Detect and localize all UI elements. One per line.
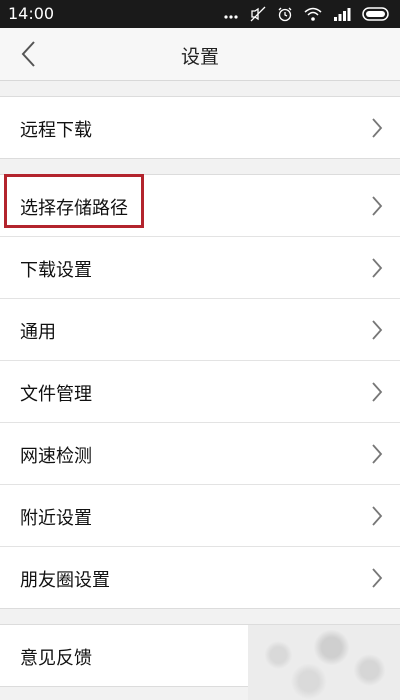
- blurred-watermark: [248, 625, 400, 700]
- row-label: 通用: [20, 322, 56, 343]
- settings-group-2: 选择存储路径 下载设置 通用 文件管理 网速检测 附近设置 朋友圈设置: [0, 174, 400, 609]
- row-remote-download[interactable]: 远程下载: [0, 97, 400, 158]
- signal-icon: [333, 8, 351, 21]
- row-speed-test[interactable]: 网速检测: [0, 423, 400, 485]
- row-label: 附近设置: [20, 508, 92, 529]
- chevron-right-icon: [372, 568, 383, 588]
- chevron-right-icon: [372, 320, 383, 340]
- status-time: 14:00: [8, 4, 55, 23]
- status-icons: [217, 6, 392, 22]
- row-nearby-settings[interactable]: 附近设置: [0, 485, 400, 547]
- row-moments-settings[interactable]: 朋友圈设置: [0, 547, 400, 608]
- mute-icon: [250, 6, 266, 22]
- chevron-right-icon: [372, 118, 383, 138]
- chevron-right-icon: [372, 258, 383, 278]
- row-label: 意见反馈: [20, 648, 92, 669]
- row-general[interactable]: 通用: [0, 299, 400, 361]
- row-download-settings[interactable]: 下载设置: [0, 237, 400, 299]
- row-label: 远程下载: [20, 120, 92, 141]
- dots-icon: [223, 15, 238, 19]
- wifi-icon: [304, 7, 322, 21]
- chevron-right-icon: [372, 196, 383, 216]
- row-label: 网速检测: [20, 446, 92, 467]
- chevron-right-icon: [372, 444, 383, 464]
- alarm-icon: [278, 7, 292, 22]
- chevron-right-icon: [372, 382, 383, 402]
- row-file-management[interactable]: 文件管理: [0, 361, 400, 423]
- header: 设置: [0, 28, 400, 81]
- chevron-right-icon: [372, 506, 383, 526]
- status-bar: 14:00: [0, 0, 400, 28]
- battery-icon: [362, 7, 389, 21]
- row-label: 朋友圈设置: [20, 570, 110, 591]
- row-label: 文件管理: [20, 384, 92, 405]
- page-title: 设置: [180, 46, 219, 68]
- row-label: 下载设置: [20, 260, 92, 281]
- settings-group-1: 远程下载: [0, 96, 400, 159]
- highlight-annotation-box: [4, 174, 144, 228]
